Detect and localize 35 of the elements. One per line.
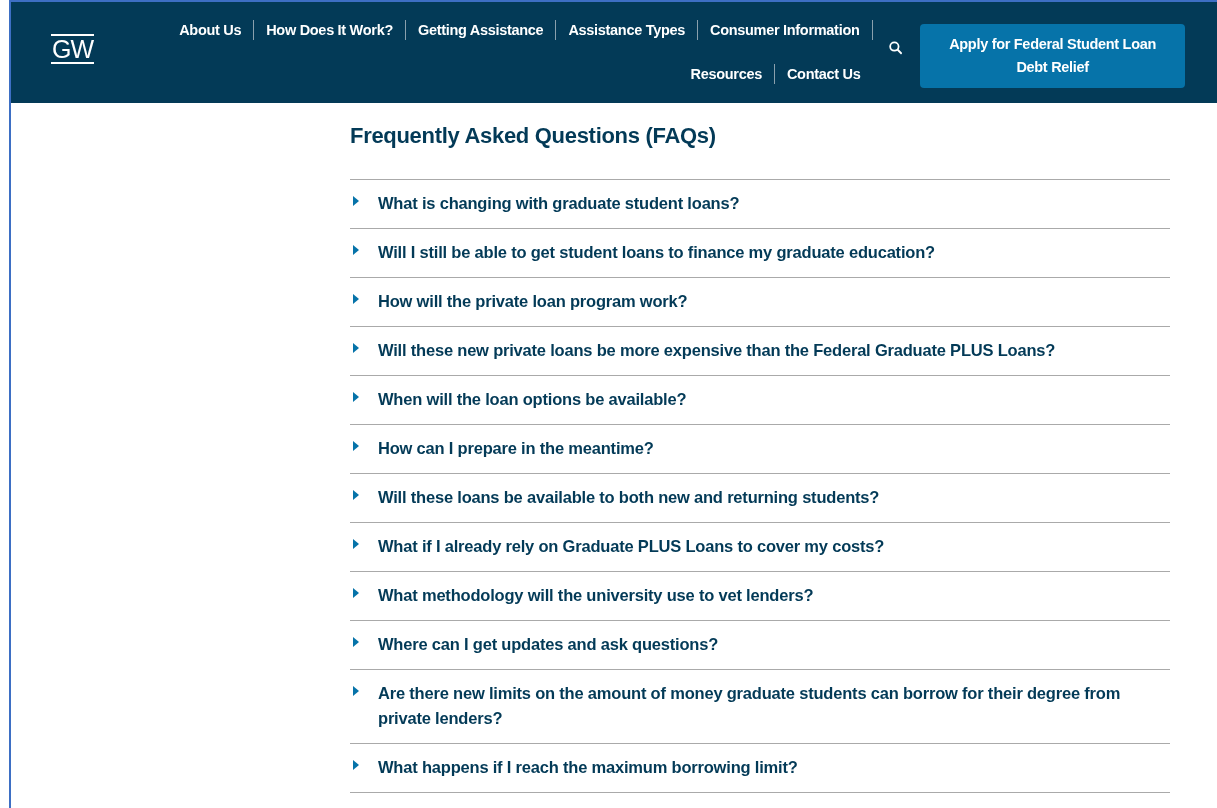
caret-icon[interactable] <box>352 294 360 304</box>
faq-question[interactable]: How will the private loan program work? <box>378 289 688 314</box>
caret-icon[interactable] <box>352 392 360 402</box>
faq-question[interactable]: Will these new private loans be more expensive than the Federal Graduate PLUS Loans? <box>378 338 1056 363</box>
caret-icon[interactable] <box>352 637 360 647</box>
caret-icon[interactable] <box>352 343 360 353</box>
caret-icon[interactable] <box>352 588 360 598</box>
faq-question[interactable]: What happens if I reach the maximum borrowing limit? <box>378 755 798 780</box>
nav-link[interactable]: Contact Us <box>774 64 873 84</box>
nav-link[interactable]: About Us <box>167 20 255 40</box>
caret-icon[interactable] <box>352 539 360 549</box>
faq-question[interactable]: When will the loan options be available? <box>378 387 687 412</box>
caret-icon[interactable] <box>352 245 360 255</box>
caret-icon[interactable] <box>352 196 360 206</box>
nav-link[interactable]: Getting Assistance <box>405 20 557 40</box>
caret-icon[interactable] <box>352 686 360 696</box>
apply-button[interactable]: Apply for Federal Student Loan Debt Relief <box>920 24 1185 88</box>
faq-question[interactable]: Are there new limits on the amount of money graduate students can borrow for their degree from private lenders? <box>378 681 1170 731</box>
faq-question[interactable]: Where can I get updates and ask questions? <box>378 632 718 657</box>
caret-icon[interactable] <box>352 760 360 770</box>
search-icon[interactable] <box>888 40 903 55</box>
faq-question[interactable]: Will I still be able to get student loans to finance my graduate education? <box>378 240 935 265</box>
nav-link[interactable]: Assistance Types <box>556 20 698 40</box>
faq-question[interactable]: What if I already rely on Graduate PLUS Loans to cover my costs? <box>378 534 885 559</box>
caret-icon[interactable] <box>352 441 360 451</box>
caret-icon[interactable] <box>352 490 360 500</box>
faq-question[interactable]: What is changing with graduate student loans? <box>378 191 740 216</box>
nav-link[interactable]: How Does It Work? <box>254 20 406 40</box>
nav-link[interactable]: Consumer Information <box>698 20 873 40</box>
faq-question[interactable]: What methodology will the university use to vet lenders? <box>378 583 814 608</box>
logo[interactable]: GW <box>51 33 95 64</box>
page-title: Frequently Asked Questions (FAQs) <box>350 123 717 149</box>
faq-question[interactable]: Will these loans be available to both new and returning students? <box>378 485 880 510</box>
nav-link[interactable]: Resources <box>678 64 775 84</box>
faq-question[interactable]: How can I prepare in the meantime? <box>378 436 654 461</box>
